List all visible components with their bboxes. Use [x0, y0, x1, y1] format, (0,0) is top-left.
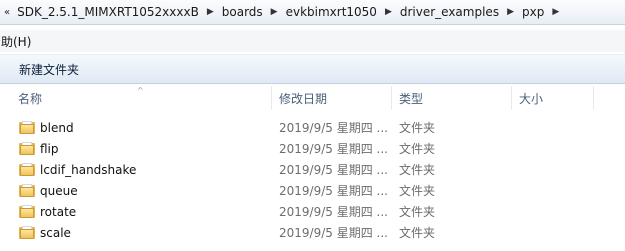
chevron-right-icon[interactable]: ▶ [500, 7, 521, 17]
folder-icon [19, 121, 35, 134]
file-date: 2019/9/5 星期四 ... [279, 226, 388, 240]
file-name-cell: scale [19, 222, 71, 243]
file-row[interactable]: scale 2019/9/5 星期四 ... 文件夹 [0, 222, 625, 243]
file-date: 2019/9/5 星期四 ... [279, 163, 388, 177]
menu-bar: 帮助(H) [0, 30, 625, 52]
file-name-cell: queue [19, 180, 78, 201]
file-date: 2019/9/5 星期四 ... [279, 184, 388, 198]
file-name-cell: flip [19, 138, 59, 159]
file-date: 2019/9/5 星期四 ... [279, 121, 388, 135]
chevron-right-icon[interactable]: ▶ [378, 7, 399, 17]
file-type: 文件夹 [399, 142, 436, 156]
chevron-right-icon[interactable]: ▶ [200, 7, 221, 17]
file-row[interactable]: blend 2019/9/5 星期四 ... 文件夹 [0, 117, 625, 138]
column-header-type[interactable]: 类型 [392, 86, 512, 110]
file-row[interactable]: lcdif_handshake 2019/9/5 星期四 ... 文件夹 [0, 159, 625, 180]
file-type: 文件夹 [399, 184, 436, 198]
file-type: 文件夹 [399, 121, 436, 135]
chevron-right-icon[interactable]: ▶ [545, 7, 566, 17]
folder-icon [19, 163, 35, 176]
file-name: rotate [40, 204, 77, 219]
address-bar[interactable]: « SDK_2.5.1_MIMXRT1052xxxxB ▶ boards ▶ e… [0, 0, 625, 25]
toolbar: 新建文件夹 [0, 54, 625, 84]
file-name: flip [40, 141, 59, 156]
column-header-size[interactable]: 大小 [512, 86, 594, 110]
file-list: blend 2019/9/5 星期四 ... 文件夹 flip 2019/9/5… [0, 117, 625, 243]
file-row[interactable]: rotate 2019/9/5 星期四 ... 文件夹 [0, 201, 625, 222]
file-name: queue [40, 183, 78, 198]
breadcrumb-item-evkbimxrt1050[interactable]: evkbimxrt1050 [285, 5, 378, 19]
breadcrumb-item-sdk[interactable]: SDK_2.5.1_MIMXRT1052xxxxB [16, 5, 200, 19]
file-type: 文件夹 [399, 226, 436, 240]
column-header: ^ 名称 修改日期 类型 大小 [0, 86, 625, 110]
chevron-right-icon[interactable]: ▶ [264, 7, 285, 17]
breadcrumb-item-boards[interactable]: boards [221, 5, 264, 19]
breadcrumb-item-driver-examples[interactable]: driver_examples [399, 5, 500, 19]
new-folder-button[interactable]: 新建文件夹 [19, 58, 79, 81]
file-name: lcdif_handshake [40, 162, 137, 177]
file-name: scale [40, 225, 71, 240]
folder-icon [19, 184, 35, 197]
file-name-cell: lcdif_handshake [19, 159, 136, 180]
file-name-cell: blend [19, 117, 74, 138]
breadcrumb-overflow-icon[interactable]: « [0, 7, 16, 18]
folder-icon [19, 142, 35, 155]
file-name: blend [40, 120, 74, 135]
file-row[interactable]: flip 2019/9/5 星期四 ... 文件夹 [0, 138, 625, 159]
file-name-cell: rotate [19, 201, 76, 222]
menu-item-help[interactable]: 帮助(H) [0, 33, 31, 50]
folder-icon [19, 226, 35, 239]
column-header-date[interactable]: 修改日期 [272, 86, 392, 110]
column-header-name[interactable]: 名称 [0, 86, 272, 110]
file-type: 文件夹 [399, 205, 436, 219]
file-type: 文件夹 [399, 163, 436, 177]
breadcrumb-item-pxp[interactable]: pxp [521, 5, 545, 19]
folder-icon [19, 205, 35, 218]
file-date: 2019/9/5 星期四 ... [279, 142, 388, 156]
breadcrumb: SDK_2.5.1_MIMXRT1052xxxxB ▶ boards ▶ evk… [16, 5, 566, 19]
file-date: 2019/9/5 星期四 ... [279, 205, 388, 219]
file-row[interactable]: queue 2019/9/5 星期四 ... 文件夹 [0, 180, 625, 201]
